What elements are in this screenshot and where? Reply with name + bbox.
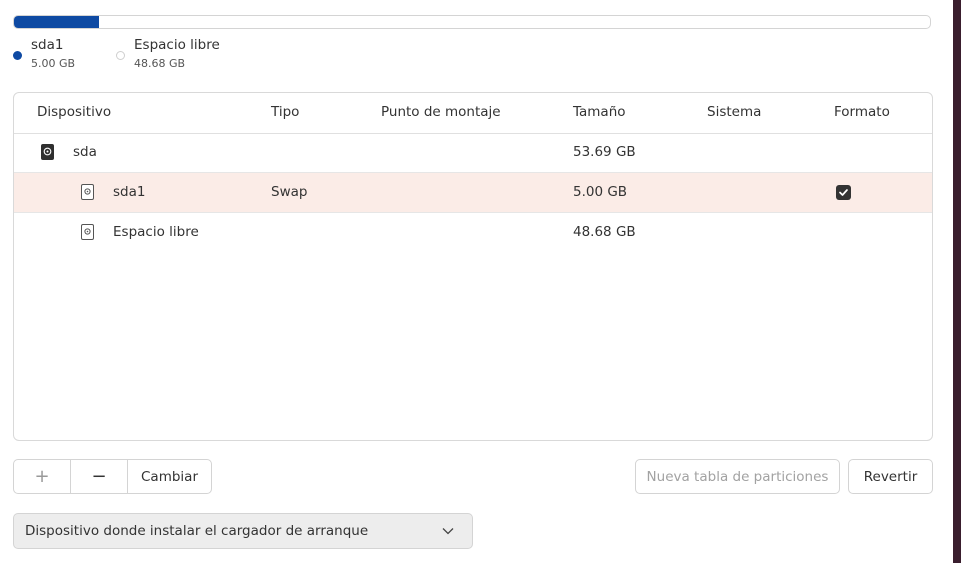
partition-type: Swap [271, 184, 308, 200]
disk-usage-bar [13, 15, 931, 29]
partition-table: Dispositivo Tipo Punto de montaje Tamaño… [13, 92, 933, 441]
remove-partition-button[interactable]: − [70, 460, 127, 493]
table-row-sda1[interactable]: sda1 Swap 5.00 GB [14, 173, 932, 213]
drive-icon [41, 144, 54, 160]
device-size: 48.68 GB [573, 224, 636, 240]
change-partition-button[interactable]: Cambiar [127, 460, 211, 493]
device-name: sda [73, 144, 97, 160]
partition-icon [81, 224, 94, 240]
column-header-size[interactable]: Tamaño [573, 104, 626, 120]
table-row-free-space[interactable]: Espacio libre 48.68 GB [14, 213, 932, 253]
chevron-down-icon [442, 528, 454, 535]
device-size: 5.00 GB [573, 184, 628, 200]
column-header-device[interactable]: Dispositivo [37, 104, 111, 120]
column-header-type[interactable]: Tipo [271, 104, 299, 120]
partition-actions: + − Cambiar [13, 459, 212, 494]
table-row-sda[interactable]: sda 53.69 GB [14, 133, 932, 173]
usage-bar-fill-sda1 [14, 16, 100, 28]
add-partition-button[interactable]: + [14, 460, 70, 493]
legend-size: 5.00 GB [31, 57, 76, 70]
partition-icon [81, 184, 94, 200]
legend-size: 48.68 GB [134, 57, 186, 70]
legend-name: Espacio libre [134, 37, 220, 53]
table-header: Dispositivo Tipo Punto de montaje Tamaño… [14, 93, 932, 134]
window-edge [953, 0, 961, 563]
format-checkbox[interactable] [836, 185, 851, 200]
column-header-system[interactable]: Sistema [707, 104, 761, 120]
device-name: Espacio libre [113, 224, 199, 240]
legend-name: sda1 [31, 37, 64, 53]
device-size: 53.69 GB [573, 144, 636, 160]
column-header-format[interactable]: Formato [834, 104, 890, 120]
legend-dot-icon [13, 51, 22, 60]
bootloader-device-select[interactable]: Dispositivo donde instalar el cargador d… [13, 513, 473, 549]
bootloader-device-label: Dispositivo donde instalar el cargador d… [25, 523, 369, 539]
column-header-mount[interactable]: Punto de montaje [381, 104, 501, 120]
legend-dot-icon [116, 51, 125, 60]
revert-button[interactable]: Revertir [848, 459, 933, 494]
device-name: sda1 [113, 184, 146, 200]
new-partition-table-button[interactable]: Nueva tabla de particiones [635, 459, 840, 494]
